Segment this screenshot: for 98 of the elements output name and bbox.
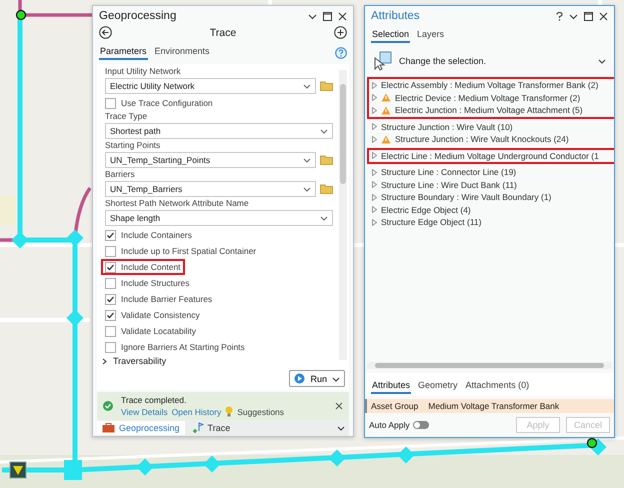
tree-item[interactable]: Structure Line : Wire Duct Bank (11) <box>369 178 614 191</box>
expand-icon <box>101 358 108 364</box>
start-point-icon[interactable] <box>586 438 598 448</box>
message-link[interactable]: View Details <box>121 406 168 416</box>
tree-item[interactable]: Structure Junction : Wire Vault (10) <box>369 120 614 133</box>
dropdown[interactable]: Electric Utility Network <box>105 78 316 94</box>
scrollbar[interactable] <box>367 362 612 369</box>
chevron-down-icon <box>303 156 311 164</box>
help-icon[interactable] <box>556 12 563 20</box>
attribute-row[interactable]: Asset Group Medium Voltage Transformer Bank <box>365 399 614 413</box>
barrier-icon[interactable] <box>10 462 26 478</box>
checkbox-label: Use Trace Configuration <box>121 98 213 108</box>
chevron-down-icon <box>320 127 328 135</box>
checkbox-label: Include Barrier Features <box>121 294 212 304</box>
flag-icon <box>192 422 204 434</box>
parameter-label: Barriers <box>105 169 135 180</box>
field-value: Medium Voltage Transformer Bank <box>428 401 560 411</box>
chevron-down-icon[interactable] <box>308 12 317 20</box>
selection-hint: Change the selection. <box>399 56 486 66</box>
checkbox-label: Include Containers <box>121 230 192 240</box>
tab[interactable]: Environments <box>154 45 211 60</box>
tree-item[interactable]: Electric Device : Medium Voltage Transformer (2) <box>369 92 614 104</box>
dropdown[interactable]: Shortest path <box>105 123 333 139</box>
dropdown[interactable]: UN_Temp_Barriers <box>105 181 316 197</box>
play-icon <box>294 373 306 384</box>
checkbox-label: Include Structures <box>121 278 190 288</box>
toggle-switch[interactable] <box>412 421 429 429</box>
chevron-down-icon[interactable] <box>337 424 345 432</box>
tab[interactable]: Layers <box>416 28 446 43</box>
checkbox[interactable] <box>105 246 116 256</box>
checkbox[interactable] <box>105 230 116 240</box>
checkbox-label: Ignore Barriers At Starting Points <box>121 342 245 352</box>
chevron-down-icon <box>332 374 340 382</box>
checkbox[interactable] <box>105 262 116 272</box>
message-link[interactable]: Open History <box>172 406 222 416</box>
trace-node[interactable] <box>64 460 82 480</box>
tab[interactable]: Selection <box>371 28 410 43</box>
tree-item[interactable]: Electric Assembly : Medium Voltage Transformer Bank (2) <box>369 79 614 92</box>
pane-title: Geoprocessing <box>99 10 176 22</box>
tree-item[interactable]: Electric Edge Object (4) <box>369 204 614 216</box>
field-name: Asset Group <box>371 401 418 411</box>
add-icon[interactable] <box>334 26 347 39</box>
toggle-label: Auto Apply <box>369 420 410 430</box>
chevron-down-icon <box>303 82 311 90</box>
checkbox-label: Validate Consistency <box>121 310 200 320</box>
dropdown[interactable]: Shape length <box>105 210 333 226</box>
parameter-label: Shortest Path Network Attribute Name <box>105 198 249 209</box>
expand-icon[interactable] <box>372 152 377 160</box>
tree-item[interactable]: Electric Line : Medium Voltage Underground Conductor (1 <box>369 150 614 162</box>
close-icon[interactable] <box>338 12 347 20</box>
tab[interactable]: Attachments (0) <box>464 379 530 394</box>
pane-title: Attributes <box>371 10 420 22</box>
success-icon <box>103 401 113 411</box>
section-header[interactable]: Traversability <box>101 355 333 366</box>
checkbox[interactable] <box>105 342 116 352</box>
checkbox[interactable] <box>105 98 116 108</box>
folder-icon[interactable] <box>320 81 333 91</box>
parameter-label: Starting Points <box>105 140 160 151</box>
maximize-icon[interactable] <box>323 12 332 20</box>
chevron-down-icon[interactable] <box>569 12 578 20</box>
folder-icon[interactable] <box>320 184 333 194</box>
tab[interactable]: Parameters <box>99 45 148 60</box>
chevron-down-icon <box>303 185 311 193</box>
chevron-down-icon[interactable] <box>598 57 606 65</box>
tool-title: Trace <box>210 26 236 38</box>
scrollbar[interactable] <box>339 70 347 360</box>
select-cursor-icon[interactable] <box>373 51 393 71</box>
tab[interactable]: Attributes <box>371 379 412 394</box>
back-icon[interactable] <box>99 26 112 39</box>
run-button[interactable]: Run <box>289 370 345 387</box>
checkbox[interactable] <box>105 326 116 336</box>
toolbox-icon <box>102 423 115 433</box>
start-point-icon[interactable] <box>16 10 26 20</box>
close-icon[interactable] <box>599 12 608 20</box>
pane-tab[interactable]: Geoprocessing <box>97 421 185 435</box>
tree-item[interactable]: Structure Edge Object (11) <box>369 216 614 228</box>
close-icon[interactable] <box>335 402 343 410</box>
checkbox-label: Validate Locatability <box>121 326 196 336</box>
tree-item[interactable]: Structure Line : Connector Line (19) <box>369 166 614 178</box>
message-text: Trace completed. <box>121 395 188 405</box>
folder-icon[interactable] <box>320 155 333 165</box>
checkbox-label: Include Content <box>121 262 181 272</box>
maximize-icon[interactable] <box>584 12 593 20</box>
tab[interactable]: Geometry <box>417 379 459 394</box>
checkbox[interactable] <box>105 294 116 304</box>
checkbox-label: Include up to First Spatial Container <box>121 246 256 256</box>
dropdown[interactable]: UN_Temp_Starting_Points <box>105 152 316 168</box>
chevron-down-icon <box>320 214 328 222</box>
tree-item[interactable]: Structure Junction : Wire Vault Knockouts (24) <box>369 133 614 146</box>
tree-item[interactable]: Electric Junction : Medium Voltage Attachment (5) <box>369 104 614 116</box>
checkbox[interactable] <box>105 278 116 288</box>
pane-tab[interactable]: Trace <box>186 420 236 436</box>
suggestions-link[interactable]: Suggestions <box>237 406 284 416</box>
lightbulb-icon <box>225 406 234 417</box>
parameter-label: Trace Type <box>105 111 148 122</box>
checkbox[interactable] <box>105 310 116 320</box>
tree-item[interactable]: Structure Boundary : Wire Vault Boundary (1) <box>369 191 614 204</box>
parameter-label: Input Utility Network <box>105 66 181 77</box>
